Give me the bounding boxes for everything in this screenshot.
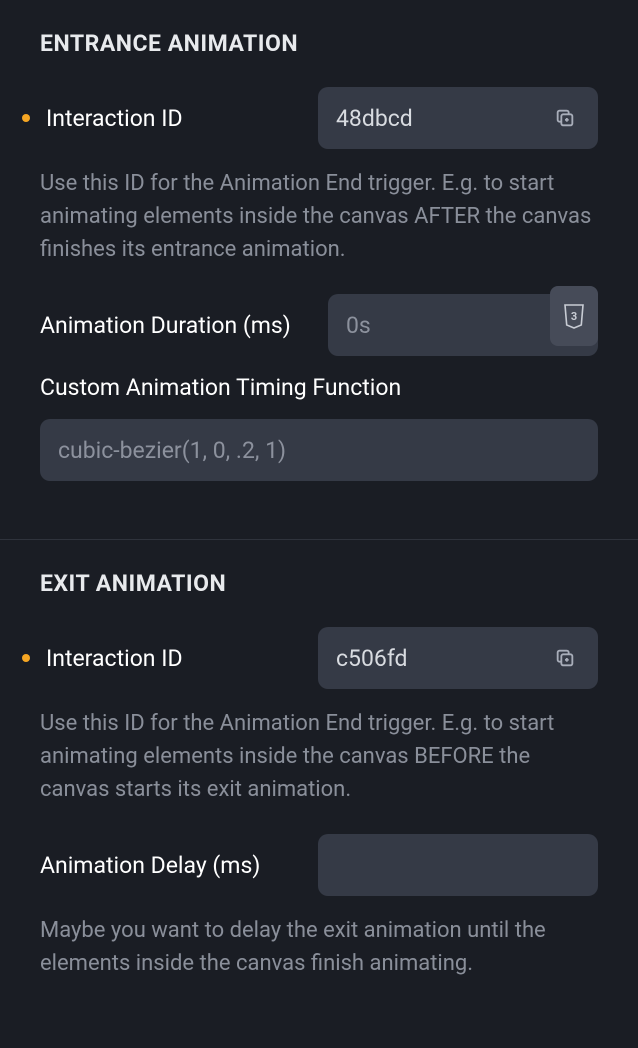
exit-animation-section: EXIT ANIMATION Interaction ID Use this I…	[0, 539, 638, 1048]
entrance-duration-label: Animation Duration (ms)	[40, 312, 312, 339]
exit-interaction-id-input[interactable]	[336, 645, 550, 672]
exit-delay-label: Animation Delay (ms)	[40, 852, 302, 879]
entrance-timing-input[interactable]	[58, 437, 580, 464]
copy-button[interactable]	[550, 103, 580, 133]
copy-icon	[554, 647, 576, 669]
entrance-section-title: ENTRANCE ANIMATION	[40, 30, 598, 57]
copy-icon	[554, 107, 576, 129]
entrance-duration-row: Animation Duration (ms) 3	[40, 294, 598, 356]
entrance-duration-input[interactable]	[346, 312, 580, 339]
css3-icon: 3	[562, 303, 586, 330]
exit-delay-row: Animation Delay (ms)	[40, 834, 598, 896]
entrance-timing-label: Custom Animation Timing Function	[40, 374, 598, 401]
entrance-interaction-id-row: Interaction ID	[22, 87, 598, 149]
svg-text:3: 3	[571, 310, 577, 323]
copy-button[interactable]	[550, 643, 580, 673]
entrance-timing-input-wrap	[40, 419, 598, 481]
entrance-interaction-id-label: Interaction ID	[46, 105, 302, 132]
entrance-interaction-id-input-wrap	[318, 87, 598, 149]
exit-delay-help: Maybe you want to delay the exit animati…	[40, 914, 598, 980]
exit-interaction-id-row: Interaction ID	[22, 627, 598, 689]
status-dot-icon	[22, 654, 30, 662]
exit-interaction-id-label: Interaction ID	[46, 645, 302, 672]
exit-section-title: EXIT ANIMATION	[40, 570, 598, 597]
exit-delay-input-wrap	[318, 834, 598, 896]
exit-interaction-id-help: Use this ID for the Animation End trigge…	[40, 707, 598, 806]
entrance-duration-input-wrap: 3	[328, 294, 598, 356]
entrance-interaction-id-input[interactable]	[336, 105, 550, 132]
css-badge[interactable]: 3	[550, 286, 598, 346]
entrance-interaction-id-help: Use this ID for the Animation End trigge…	[40, 167, 598, 266]
exit-interaction-id-input-wrap	[318, 627, 598, 689]
status-dot-icon	[22, 114, 30, 122]
exit-delay-input[interactable]	[336, 852, 580, 879]
entrance-timing-block: Custom Animation Timing Function	[40, 374, 598, 481]
entrance-animation-section: ENTRANCE ANIMATION Interaction ID Use th…	[0, 0, 638, 539]
